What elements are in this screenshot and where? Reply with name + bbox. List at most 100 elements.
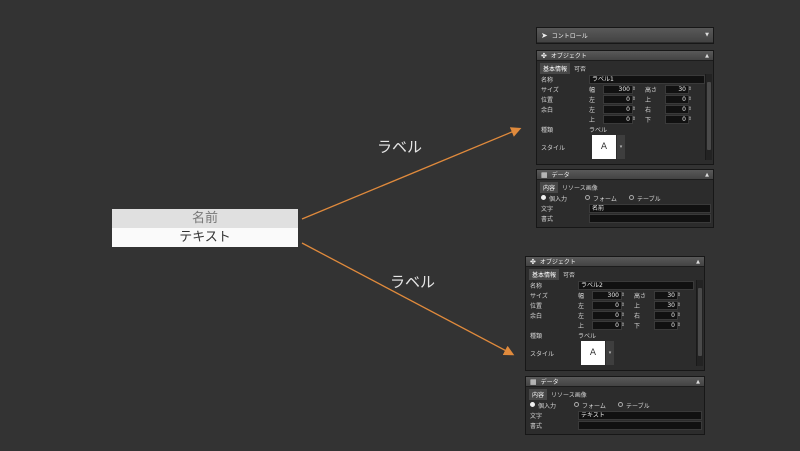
chevron-up-icon[interactable]: ▲ [696, 377, 700, 387]
margin-top-input[interactable]: 0 [592, 321, 622, 330]
height-input[interactable]: 30 [654, 291, 678, 300]
style-dropdown-icon[interactable]: ▾ [617, 135, 625, 159]
margin-right-input[interactable]: 0 [654, 311, 678, 320]
radio-table-label: テーブル [637, 196, 661, 203]
top-input[interactable]: 0 [665, 95, 689, 104]
margin-bottom-label: 下 [634, 323, 641, 330]
height-stepper-icon[interactable]: ⇕ [676, 291, 682, 299]
tab-availability[interactable]: 可否 [560, 269, 579, 280]
margin-left-label: 左 [578, 313, 585, 320]
radio-form[interactable] [574, 402, 579, 407]
name-input[interactable]: ラベル2 [578, 281, 694, 290]
tab-content[interactable]: 内容 [529, 389, 548, 400]
left-input[interactable]: 0 [603, 95, 633, 104]
height-label: 高さ [634, 293, 647, 300]
radio-form[interactable] [585, 195, 590, 200]
margin-bottom-stepper-icon[interactable]: ⇕ [687, 115, 693, 123]
data-panel-title: データ [551, 172, 570, 179]
margin-right-stepper-icon[interactable]: ⇕ [676, 311, 682, 319]
margin-bottom-input[interactable]: 0 [654, 321, 678, 330]
margin-bottom-input[interactable]: 0 [665, 115, 689, 124]
tab-basic-info[interactable]: 基本情報 [529, 269, 560, 280]
format-row: 書式 [526, 420, 704, 430]
position-row: 位置 左 0 ⇕ 上 30 ⇕ [526, 300, 704, 310]
object-panel-header[interactable]: ✤ オブジェクト ▲ [526, 257, 704, 267]
chevron-up-icon[interactable]: ▲ [696, 257, 700, 267]
margin-left-stepper-icon[interactable]: ⇕ [631, 105, 637, 113]
margin-left-input[interactable]: 0 [603, 105, 633, 114]
chevron-up-icon[interactable]: ▲ [705, 170, 709, 180]
margin-left-stepper-icon[interactable]: ⇕ [620, 311, 626, 319]
radio-single-input[interactable] [541, 195, 546, 200]
radio-table[interactable] [629, 195, 634, 200]
left-label: 左 [589, 97, 596, 104]
margin-row: 余白 左 0 ⇕ 右 0 ⇕ [537, 104, 713, 114]
margin-row-2: 上 0 ⇕ 下 0 ⇕ [537, 114, 713, 124]
top-stepper-icon[interactable]: ⇕ [676, 301, 682, 309]
left-input[interactable]: 0 [592, 301, 622, 310]
width-input[interactable]: 300 [603, 85, 633, 94]
chevron-down-icon[interactable]: ▼ [705, 28, 709, 42]
object-scrollbar[interactable] [696, 280, 703, 366]
style-preview[interactable]: A [581, 341, 605, 365]
text-input[interactable]: 名前 [589, 204, 711, 213]
label-prototype[interactable]: 名前 テキスト [112, 209, 298, 247]
tab-availability[interactable]: 可否 [571, 63, 590, 74]
height-stepper-icon[interactable]: ⇕ [687, 85, 693, 93]
text-row: 文字 名前 [537, 203, 713, 213]
control-panel-header[interactable]: ➤ コントロール ▼ [537, 28, 713, 42]
cursor-icon: ➤ [541, 30, 548, 40]
height-input[interactable]: 30 [665, 85, 689, 94]
scrollbar-thumb[interactable] [707, 82, 711, 150]
data-tabs: 内容 リソース画像 [537, 180, 713, 193]
tab-basic-info[interactable]: 基本情報 [540, 63, 571, 74]
width-input[interactable]: 300 [592, 291, 622, 300]
arrow-to-lower-inspector [301, 242, 515, 356]
text-input[interactable]: テキスト [578, 411, 702, 420]
width-stepper-icon[interactable]: ⇕ [620, 291, 626, 299]
radio-form-label: フォーム [593, 196, 617, 203]
tab-resource-image[interactable]: リソース画像 [548, 389, 590, 400]
kind-row: 種類 ラベル [537, 124, 713, 134]
margin-right-label: 右 [645, 107, 652, 114]
object-scrollbar[interactable] [705, 74, 712, 160]
scrollbar-thumb[interactable] [698, 288, 702, 356]
width-stepper-icon[interactable]: ⇕ [631, 85, 637, 93]
chevron-up-icon[interactable]: ▲ [705, 51, 709, 61]
top-stepper-icon[interactable]: ⇕ [687, 95, 693, 103]
radio-table[interactable] [618, 402, 623, 407]
table-icon: ▦ [530, 377, 537, 386]
style-preview[interactable]: A [592, 135, 616, 159]
format-input[interactable] [578, 421, 702, 430]
left-stepper-icon[interactable]: ⇕ [631, 95, 637, 103]
margin-right-stepper-icon[interactable]: ⇕ [687, 105, 693, 113]
size-row: サイズ 幅 300 ⇕ 高さ 30 ⇕ [537, 84, 713, 94]
radio-table-label: テーブル [626, 403, 650, 410]
radio-single-input-label: 個入力 [538, 403, 557, 410]
object-panel-upper: ✤ オブジェクト ▲ 基本情報 可否 名称 ラベル1 サイズ 幅 300 ⇕ 高… [536, 50, 714, 165]
margin-top-input[interactable]: 0 [603, 115, 633, 124]
left-stepper-icon[interactable]: ⇕ [620, 301, 626, 309]
object-panel-header[interactable]: ✤ オブジェクト ▲ [537, 51, 713, 61]
data-panel-header[interactable]: ▦ データ ▲ [537, 170, 713, 180]
margin-top-stepper-icon[interactable]: ⇕ [631, 115, 637, 123]
left-label: 左 [578, 303, 585, 310]
position-label: 位置 [530, 303, 543, 310]
tab-resource-image[interactable]: リソース画像 [559, 182, 601, 193]
margin-bottom-stepper-icon[interactable]: ⇕ [676, 321, 682, 329]
top-input[interactable]: 30 [654, 301, 678, 310]
style-dropdown-icon[interactable]: ▾ [606, 341, 614, 365]
tab-content[interactable]: 内容 [540, 182, 559, 193]
margin-left-input[interactable]: 0 [592, 311, 622, 320]
margin-bottom-label: 下 [645, 117, 652, 124]
radio-single-input[interactable] [530, 402, 535, 407]
margin-right-input[interactable]: 0 [665, 105, 689, 114]
name-input[interactable]: ラベル1 [589, 75, 705, 84]
format-input[interactable] [589, 214, 711, 223]
prototype-text-row: テキスト [112, 228, 298, 247]
data-panel-upper: ▦ データ ▲ 内容 リソース画像 個入力 フォーム テーブル 文字 名前 書式 [536, 169, 714, 228]
margin-top-stepper-icon[interactable]: ⇕ [620, 321, 626, 329]
width-label: 幅 [589, 87, 596, 94]
data-panel-header[interactable]: ▦ データ ▲ [526, 377, 704, 387]
margin-top-label: 上 [578, 323, 585, 330]
